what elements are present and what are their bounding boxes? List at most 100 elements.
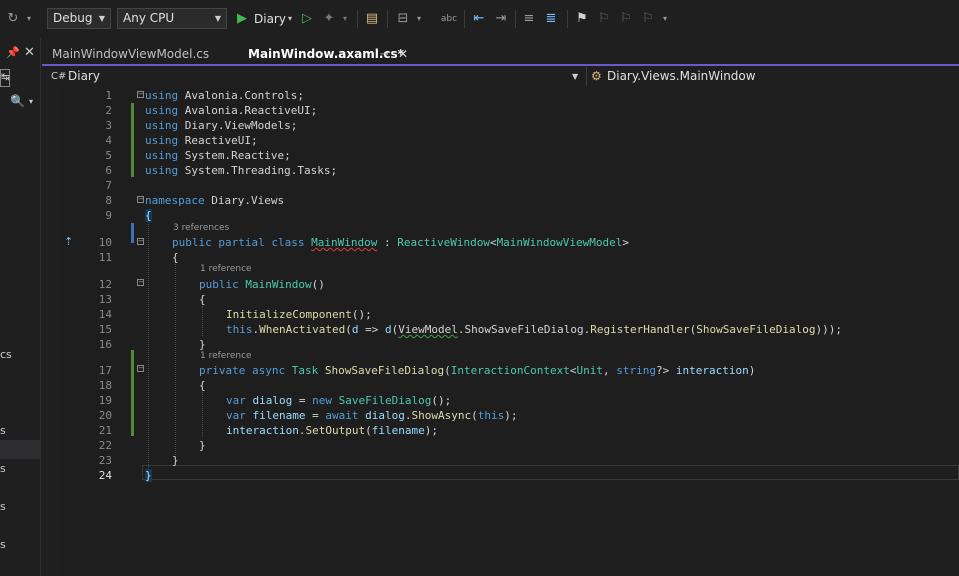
platform-select[interactable]: Any CPU ▼ <box>117 8 227 29</box>
code-line[interactable]: var filename = await dialog.ShowAsync(th… <box>226 408 517 423</box>
code-line[interactable]: interaction.SetOutput(filename); <box>226 423 438 438</box>
csharp-project-icon: C# <box>51 71 67 82</box>
pin-icon[interactable]: 📌 <box>6 46 20 59</box>
redo-icon[interactable]: ↻ <box>6 10 20 28</box>
line-number: 22 <box>98 439 112 452</box>
toggle-icon[interactable]: ↹ <box>0 69 10 87</box>
line-number: 13 <box>98 293 112 306</box>
tree-item[interactable]: cs <box>0 348 12 361</box>
change-marker <box>131 223 134 243</box>
toolbar-separator <box>357 10 358 28</box>
fold-toggle-icon[interactable]: − <box>137 196 144 203</box>
search-icon[interactable]: 🔍 <box>10 94 25 108</box>
line-number: 12 <box>98 278 112 291</box>
fold-toggle-icon[interactable]: − <box>137 365 144 372</box>
chevron-down-icon[interactable]: ▾ <box>29 97 33 106</box>
line-number: 7 <box>105 179 112 192</box>
uncomment-icon[interactable]: ≣ <box>542 10 560 28</box>
code-line[interactable]: using Avalonia.Controls; <box>145 88 304 103</box>
line-number: 21 <box>98 424 112 437</box>
config-value: Debug <box>53 11 93 25</box>
solution-explorer-icon[interactable]: ▤ <box>363 10 381 28</box>
line-number: 1 <box>105 89 112 102</box>
spell-check-icon[interactable]: abc <box>440 10 458 28</box>
close-icon[interactable]: ✕ <box>398 44 408 65</box>
line-number: 9 <box>105 209 112 222</box>
next-bookmark-icon[interactable]: ⚐ <box>618 10 634 28</box>
clear-bookmarks-icon[interactable]: ⚐ <box>640 10 656 28</box>
toolbar-separator <box>464 10 465 28</box>
outdent-icon[interactable]: ⇥ <box>492 10 510 28</box>
code-line[interactable]: namespace Diary.Views <box>145 193 284 208</box>
tab-mainwindow[interactable]: MainWindow.axaml.cs* ⊸ ✕ <box>238 44 416 65</box>
pin-icon[interactable]: ⊸ <box>380 44 388 65</box>
tab-label: MainWindowViewModel.cs <box>52 47 210 61</box>
fold-toggle-icon[interactable]: − <box>137 238 144 245</box>
line-number: 14 <box>98 308 112 321</box>
code-line[interactable]: } <box>199 438 206 453</box>
line-number: 10 <box>98 236 112 249</box>
start-without-debug-icon[interactable]: ▷ <box>300 10 314 28</box>
format-icon[interactable]: ⊟ <box>394 10 412 28</box>
tree-item[interactable]: s <box>0 462 6 475</box>
config-select[interactable]: Debug ▼ <box>47 8 111 29</box>
code-line[interactable]: { <box>172 250 179 265</box>
format-dropdown-icon[interactable]: ▾ <box>414 10 424 28</box>
codelens-references[interactable]: 1 reference <box>200 264 252 275</box>
code-line[interactable]: using ReactiveUI; <box>145 133 258 148</box>
tree-item[interactable]: s <box>0 538 6 551</box>
nav-divider <box>586 67 587 86</box>
hot-reload-icon[interactable]: ✦ <box>322 10 336 28</box>
code-line[interactable]: this.WhenActivated(d => d(ViewModel.Show… <box>226 322 842 337</box>
codelens-references[interactable]: 1 reference <box>200 351 252 362</box>
code-line[interactable]: { <box>145 208 152 223</box>
indent-guide <box>148 221 149 471</box>
code-line[interactable]: using Diary.ViewModels; <box>145 118 297 133</box>
hot-reload-dropdown-icon[interactable]: ▾ <box>340 10 350 28</box>
bookmark-icon[interactable]: ⚑ <box>574 10 590 28</box>
code-line[interactable]: public partial class MainWindow : Reacti… <box>172 235 629 250</box>
start-debug-button[interactable]: ▶ Diary ▾ <box>235 9 297 29</box>
code-line[interactable]: using System.Threading.Tasks; <box>145 163 337 178</box>
line-number: 17 <box>98 364 112 377</box>
fold-toggle-icon[interactable]: − <box>137 91 144 98</box>
member-value: Diary.Views.MainWindow <box>607 69 756 83</box>
line-number-current: 24 <box>98 469 112 482</box>
chevron-down-icon: ▼ <box>214 14 221 23</box>
line-number: 20 <box>98 409 112 422</box>
line-number: 8 <box>105 194 112 207</box>
code-line[interactable]: } <box>145 468 152 483</box>
tab-viewmodel[interactable]: MainWindowViewModel.cs <box>42 44 238 65</box>
navigation-bar: C# Diary ▼ ⚙ Diary.Views.MainWindow <box>46 67 959 87</box>
member-select[interactable]: ⚙ Diary.Views.MainWindow <box>589 67 959 86</box>
code-line[interactable]: using Avalonia.ReactiveUI; <box>145 103 317 118</box>
code-line[interactable]: } <box>199 337 206 352</box>
change-marker <box>131 350 134 436</box>
tree-item[interactable]: s <box>0 424 6 437</box>
code-line[interactable]: InitializeComponent(); <box>226 307 372 322</box>
tree-item-selected[interactable] <box>0 440 40 459</box>
toolbar-overflow-icon[interactable]: ▾ <box>660 10 670 28</box>
code-line[interactable]: public MainWindow() <box>199 277 325 292</box>
code-line[interactable]: } <box>172 453 179 468</box>
align-left-icon[interactable]: ⇤ <box>470 10 488 28</box>
code-line[interactable]: var dialog = new SaveFileDialog(); <box>226 393 451 408</box>
chevron-down-icon: ▼ <box>572 72 579 81</box>
toolbar-separator <box>515 10 516 28</box>
toolbar-separator <box>387 10 388 28</box>
codelens-references[interactable]: 3 references <box>173 223 229 234</box>
code-line[interactable]: { <box>199 378 206 393</box>
tree-item[interactable]: s <box>0 500 6 513</box>
close-icon[interactable]: ✕ <box>24 45 35 60</box>
code-line[interactable]: { <box>199 292 206 307</box>
prev-bookmark-icon[interactable]: ⚐ <box>596 10 612 28</box>
project-value: Diary <box>68 69 100 83</box>
fold-toggle-icon[interactable]: − <box>137 279 144 286</box>
redo-dropdown-icon[interactable]: ▾ <box>24 10 34 28</box>
code-line[interactable]: private async Task ShowSaveFileDialog(In… <box>199 363 755 378</box>
project-select[interactable]: C# Diary ▼ <box>46 67 584 86</box>
comment-icon[interactable]: ≡ <box>520 10 538 28</box>
line-number: 18 <box>98 379 112 392</box>
code-line[interactable]: using System.Reactive; <box>145 148 291 163</box>
document-tabs: MainWindowViewModel.cs MainWindow.axaml.… <box>42 44 959 65</box>
